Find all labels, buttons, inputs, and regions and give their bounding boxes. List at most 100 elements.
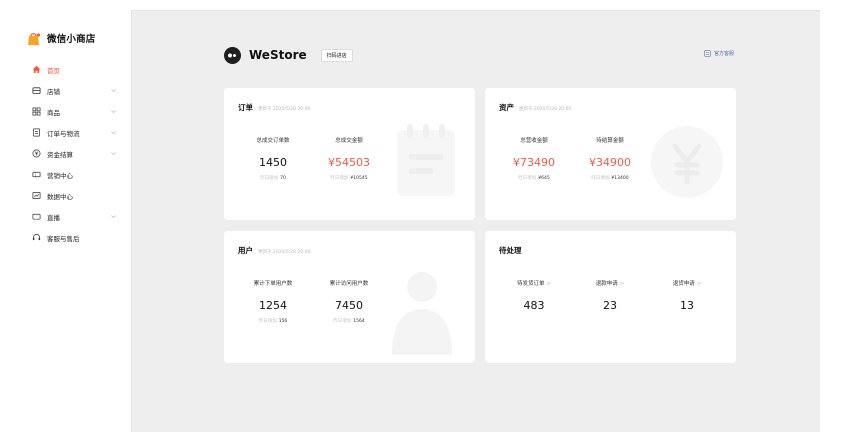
store-avatar (224, 46, 241, 64)
sidebar-item-service[interactable]: 客服与售后 (0, 227, 131, 248)
card-title: 订单 (238, 103, 253, 112)
stat-sub-value: 156 (278, 319, 288, 324)
stat-ordering-users: 累计下单用户数 1254 昨日增加 156 (233, 280, 313, 324)
coupon-icon (31, 170, 41, 180)
orders-card-header: 订单 更新于 2020/5/28 20:00 (238, 102, 310, 113)
grid-icon (31, 107, 41, 117)
sidebar-item-label: 首页 (47, 66, 60, 75)
official-service-link[interactable]: 官方客服 (704, 50, 734, 57)
orders-card: 订单 更新于 2020/5/28 20:00 总成交订单数 1450 昨日增加 7… (224, 88, 475, 220)
store-name: WeStore (249, 48, 307, 62)
stat-label: 总成交订单数 (256, 138, 290, 144)
pending-card-header: 待处理 (499, 245, 527, 256)
card-updated-time: 更新于 2020/5/28 20:00 (258, 107, 311, 112)
stat-visiting-users: 累计访问用户数 7450 昨日增加 1564 (309, 280, 389, 324)
stat-sub-value: 1564 (353, 319, 365, 324)
chevron-down-icon (111, 89, 116, 93)
stat-sub: 昨日增加 ¥645 (494, 175, 574, 181)
live-icon (31, 212, 41, 222)
official-service-label: 官方客服 (714, 51, 735, 57)
stat-label: 总营收金额 (520, 138, 548, 144)
users-card-header: 用户 更新于 2020/5/28 20:00 (238, 245, 310, 256)
stat-sub-value: ¥10545 (350, 176, 368, 181)
sidebar-item-home[interactable]: 首页 (0, 59, 131, 80)
home-icon (31, 65, 41, 75)
sidebar-item-label: 商品 (47, 108, 60, 117)
sidebar-item-data[interactable]: 数据中心 (0, 185, 131, 206)
card-title: 待处理 (499, 246, 522, 255)
stat-sub-value: ¥13400 (611, 176, 629, 181)
main-content: WeStore 扫码进店 官方客服 订单 更新于 2020/5/28 20:00 (131, 10, 820, 432)
sidebar-item-products[interactable]: 商品 (0, 101, 131, 122)
stat-value: 1254 (259, 299, 287, 312)
chart-icon (31, 191, 41, 201)
stat-total-orders: 总成交订单数 1450 昨日增加 70 (233, 137, 313, 181)
stat-sub: 昨日增加 156 (233, 318, 313, 324)
users-card: 用户 更新于 2020/5/28 20:00 累计下单用户数 1254 昨日增加… (224, 231, 475, 363)
refund-requests-link[interactable]: 退款申请 > 23 (570, 280, 650, 312)
chevron-down-icon (111, 152, 116, 156)
user-silhouette-watermark-icon (392, 272, 452, 355)
money-icon (31, 149, 41, 159)
sidebar-item-live[interactable]: 直播 (0, 206, 131, 227)
stat-label-text: 退款申请 (595, 281, 618, 287)
sidebar-item-store[interactable]: 店铺 (0, 80, 131, 101)
store-icon (31, 86, 41, 96)
notepad-watermark-icon (397, 124, 455, 196)
assets-card: 资产 更新于 2020/5/28 20:00 总营收金额 ¥73490 昨日增加… (485, 88, 736, 220)
stat-sub-label: 昨日增加 (260, 176, 279, 181)
stat-label: 待发货订单 > (494, 280, 574, 288)
stat-value: 23 (603, 299, 617, 312)
stat-label: 退款申请 > (570, 280, 650, 288)
sidebar-item-label: 数据中心 (47, 192, 73, 201)
sidebar-item-marketing[interactable]: 营销中心 (0, 164, 131, 185)
sidebar-item-label: 店铺 (47, 87, 60, 96)
sidebar-item-label: 营销中心 (47, 171, 73, 180)
sidebar-item-finance[interactable]: 资金结算 (0, 143, 131, 164)
chevron-right-icon: > (546, 281, 552, 287)
scan-to-enter-button[interactable]: 扫码进店 (320, 48, 353, 62)
stat-value: 13 (680, 299, 694, 312)
stat-label: 累计访问用户数 (329, 281, 369, 287)
stat-value: ¥54503 (328, 156, 370, 169)
stat-sub: 昨日增加 1564 (309, 318, 389, 324)
stat-pending-settlement: 待结算金额 ¥34900 昨日增加 ¥13400 (570, 137, 650, 181)
sidebar-nav: 首页 店铺 商品 订单与物流 资金结算 营销中心 数据中心 直播 客服与售后 (0, 59, 131, 248)
stat-label: 总成交金额 (335, 138, 363, 144)
brand-name: 微信小商店 (47, 34, 96, 45)
stat-label: 退货申请 > (647, 280, 727, 288)
stat-sub: 昨日增加 70 (233, 175, 313, 181)
return-requests-link[interactable]: 退货申请 > 13 (647, 280, 727, 312)
sidebar-item-label: 资金结算 (47, 150, 73, 159)
stat-label: 待结算金额 (596, 138, 624, 144)
shop-bag-logo-icon (27, 31, 41, 45)
sidebar-item-orders[interactable]: 订单与物流 (0, 122, 131, 143)
headset-icon (31, 233, 41, 243)
card-updated-time: 更新于 2020/5/28 20:00 (519, 107, 572, 112)
stat-sub-value: 70 (280, 176, 286, 181)
brand[interactable]: 微信小商店 (27, 30, 96, 46)
stat-label: 累计下单用户数 (253, 281, 293, 287)
stat-label-text: 退货申请 (672, 281, 695, 287)
sidebar-item-label: 直播 (47, 213, 60, 222)
stat-value: ¥34900 (589, 156, 631, 169)
service-doc-icon (704, 50, 711, 57)
card-title: 资产 (499, 103, 514, 112)
stat-value: 483 (523, 299, 545, 312)
stat-sub-label: 昨日增加 (333, 319, 352, 324)
stat-total-revenue: 总营收金额 ¥73490 昨日增加 ¥645 (494, 137, 574, 181)
stat-value: 7450 (335, 299, 363, 312)
sidebar-item-label: 客服与售后 (47, 234, 80, 243)
card-title: 用户 (238, 246, 253, 255)
order-icon (31, 128, 41, 138)
stat-label-text: 待发货订单 (516, 281, 545, 287)
stat-sub-label: 昨日增加 (518, 176, 537, 181)
chevron-down-icon (111, 110, 116, 114)
chevron-right-icon: > (696, 281, 702, 287)
stat-sub-label: 昨日增加 (330, 176, 349, 181)
stat-total-amount: 总成交金额 ¥54503 昨日增加 ¥10545 (309, 137, 389, 181)
sidebar-item-label: 订单与物流 (47, 129, 80, 138)
stat-sub: 昨日增加 ¥10545 (309, 175, 389, 181)
chevron-right-icon: > (619, 281, 625, 287)
pending-shipment-link[interactable]: 待发货订单 > 483 (494, 280, 574, 312)
